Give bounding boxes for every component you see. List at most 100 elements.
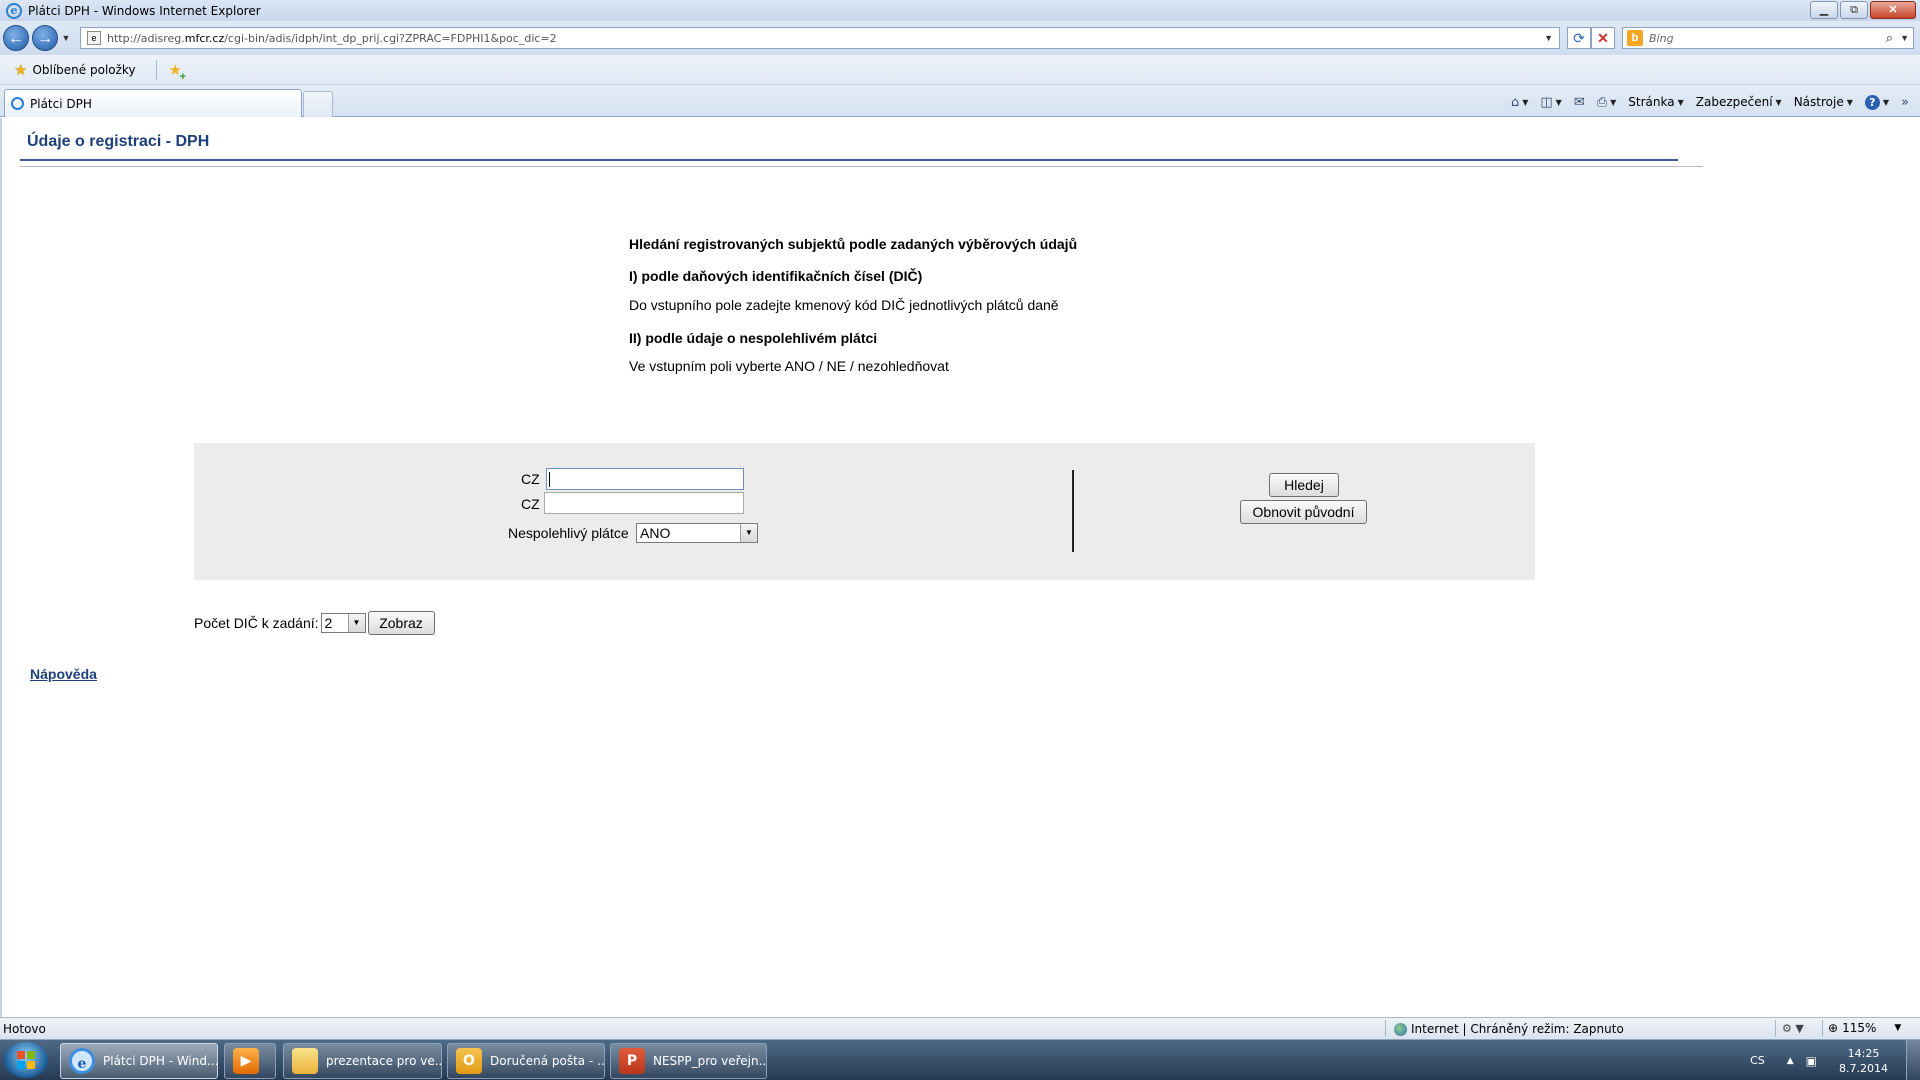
reset-button[interactable]: Obnovit původní: [1240, 500, 1367, 524]
favorites-button[interactable]: ★ Oblíbené položky: [14, 61, 136, 79]
page-menu[interactable]: Stránka ▼: [1625, 95, 1686, 109]
show-button[interactable]: Zobraz: [367, 611, 435, 635]
page-title: Údaje o registraci - DPH: [27, 133, 210, 150]
chevron-down-icon: ▼: [1522, 97, 1529, 107]
tools-menu[interactable]: Nástroje ▼: [1791, 95, 1856, 109]
search-box[interactable]: b Bing ⌕ ▼: [1622, 27, 1914, 49]
address-url[interactable]: http://adisreg.mfcr.cz/cgi-bin/adis/idph…: [107, 32, 557, 45]
heading-divider-thin: [20, 166, 1703, 167]
start-button[interactable]: [4, 1042, 48, 1078]
status-separator: [1385, 1020, 1386, 1037]
taskbar-item-label: Plátci DPH - Wind...: [103, 1054, 218, 1068]
search-button[interactable]: Hledej: [1269, 473, 1339, 497]
chevron-down-icon: ▼: [1555, 97, 1562, 107]
dic-input-2[interactable]: [544, 492, 744, 514]
form-divider: [1072, 470, 1074, 552]
zoom-control[interactable]: ⊕ 115% ▼: [1828, 1021, 1901, 1035]
home-button[interactable]: ⌂ ▼: [1508, 95, 1531, 110]
unreliable-payer-value: ANO: [640, 525, 671, 541]
help-icon: ?: [1864, 94, 1880, 110]
chevron-down-icon[interactable]: ▼: [1894, 1023, 1901, 1033]
tab-platci-dph[interactable]: Plátci DPH: [4, 89, 302, 117]
favorites-separator: [155, 59, 157, 80]
more-commands-button[interactable]: »: [1898, 95, 1912, 110]
help-link[interactable]: Nápověda: [30, 666, 97, 682]
address-bar[interactable]: e http://adisreg.mfcr.cz/cgi-bin/adis/id…: [80, 27, 1560, 49]
back-button[interactable]: ←: [3, 25, 29, 51]
tab-ie-icon: [11, 97, 24, 110]
search-placeholder[interactable]: Bing: [1649, 32, 1674, 45]
refresh-button[interactable]: ⟳: [1567, 27, 1591, 49]
window-titlebar: e Plátci DPH - Windows Internet Explorer…: [0, 0, 1920, 21]
dic-input-1[interactable]: [546, 468, 744, 490]
restore-button[interactable]: ⧉: [1840, 1, 1868, 19]
language-indicator[interactable]: CS: [1750, 1054, 1765, 1067]
security-zone-label: Internet | Chráněný režim: Zapnuto: [1411, 1022, 1624, 1036]
bing-icon: b: [1627, 30, 1643, 46]
section2-title: II) podle údaje o nespolehlivém plátci: [629, 330, 878, 346]
favorites-bar: ★ Oblíbené položky ★: [0, 55, 1920, 85]
popup-blocker-icon[interactable]: ⚙ ▼: [1782, 1022, 1804, 1035]
zoom-icon: ⊕: [1828, 1021, 1839, 1035]
tab-label: Plátci DPH: [30, 96, 92, 111]
folder-icon: [292, 1048, 318, 1074]
close-button[interactable]: ✕: [1870, 1, 1916, 19]
security-menu-label: Zabezpečení: [1695, 95, 1773, 109]
recent-pages-dropdown[interactable]: ▼: [60, 33, 72, 43]
dic-count-row: Počet DIČ k zadání: 2 ▼ Zobraz: [194, 611, 435, 635]
taskbar-item-label: Doručená pošta - ...: [490, 1054, 605, 1068]
forward-button[interactable]: →: [32, 25, 58, 51]
dic-count-label: Počet DIČ k zadání:: [194, 615, 319, 631]
network-icon[interactable]: ▣: [1806, 1054, 1817, 1068]
taskbar-item-label: prezentace pro ve...: [326, 1054, 442, 1068]
mail-button[interactable]: ✉: [1571, 95, 1588, 110]
stop-button[interactable]: ✕: [1591, 27, 1615, 49]
new-tab-button[interactable]: [303, 91, 333, 117]
help-menu[interactable]: ? ▼: [1862, 94, 1892, 110]
print-button[interactable]: ⎙ ▼: [1594, 95, 1620, 110]
zoom-level: 115%: [1842, 1021, 1877, 1035]
search-icon[interactable]: ⌕: [1886, 30, 1893, 46]
dic-prefix-label-1: CZ: [521, 471, 540, 487]
taskbar-item-folder[interactable]: prezentace pro ve...: [283, 1043, 442, 1079]
minimize-button[interactable]: ▁: [1810, 1, 1838, 19]
ie-logo-icon: e: [6, 2, 22, 19]
add-to-favorites-icon[interactable]: ★: [169, 61, 187, 83]
page-icon: e: [87, 31, 101, 45]
taskbar-item-ie[interactable]: e Plátci DPH - Wind...: [60, 1043, 218, 1079]
tab-bar: Plátci DPH ⌂ ▼ ◫ ▼ ✉ ⎙ ▼ Stránka ▼ Zabezpeče…: [0, 85, 1920, 117]
chevron-down-icon: ▼: [1846, 97, 1853, 107]
taskbar-item-powerpoint[interactable]: P NESPP_pro veřejn...: [610, 1043, 767, 1079]
address-dropdown-icon[interactable]: ▼: [1544, 33, 1553, 43]
home-icon: ⌂: [1510, 94, 1520, 110]
unreliable-payer-select[interactable]: ANO ▼: [636, 523, 758, 543]
globe-icon: [1394, 1022, 1407, 1036]
taskbar-item-media-player[interactable]: ▶: [224, 1043, 276, 1079]
taskbar-item-outlook[interactable]: O Doručená pošta - ...: [447, 1043, 605, 1079]
clock[interactable]: 14:25 8.7.2014: [1839, 1046, 1888, 1076]
tools-menu-label: Nástroje: [1793, 95, 1844, 109]
status-separator: [1775, 1020, 1776, 1037]
status-bar: Hotovo Internet | Chráněný režim: Zapnut…: [0, 1017, 1920, 1039]
chevron-down-icon[interactable]: ▼: [740, 524, 757, 542]
page-menu-label: Stránka: [1628, 95, 1675, 109]
unreliable-payer-label: Nespolehlivý plátce: [508, 525, 629, 541]
powerpoint-icon: P: [619, 1048, 645, 1074]
ie-icon: e: [69, 1048, 95, 1074]
printer-icon: ⎙: [1596, 94, 1608, 110]
show-desktop-button[interactable]: [1906, 1040, 1920, 1080]
taskbar: e Plátci DPH - Wind... ▶ prezentace pro …: [0, 1039, 1920, 1080]
security-zone[interactable]: Internet | Chráněný režim: Zapnuto: [1394, 1022, 1624, 1036]
window-title: Plátci DPH - Windows Internet Explorer: [28, 3, 261, 18]
search-options-icon[interactable]: ▼: [1900, 33, 1909, 43]
clock-date: 8.7.2014: [1839, 1061, 1888, 1075]
dic-count-select[interactable]: 2 ▼: [320, 613, 366, 633]
chevron-down-icon[interactable]: ▼: [347, 614, 365, 632]
security-menu[interactable]: Zabezpečení ▼: [1693, 95, 1785, 109]
search-form: CZ CZ Nespolehlivý plátce ANO ▼ Hledej O…: [194, 443, 1535, 580]
window-controls: ▁ ⧉ ✕: [1810, 1, 1916, 19]
show-hidden-icons-icon[interactable]: ▲: [1787, 1056, 1794, 1066]
navigation-bar: ← → ▼ e http://adisreg.mfcr.cz/cgi-bin/a…: [0, 21, 1920, 55]
feeds-button[interactable]: ◫ ▼: [1537, 95, 1564, 110]
dic-prefix-label-2: CZ: [521, 496, 540, 512]
